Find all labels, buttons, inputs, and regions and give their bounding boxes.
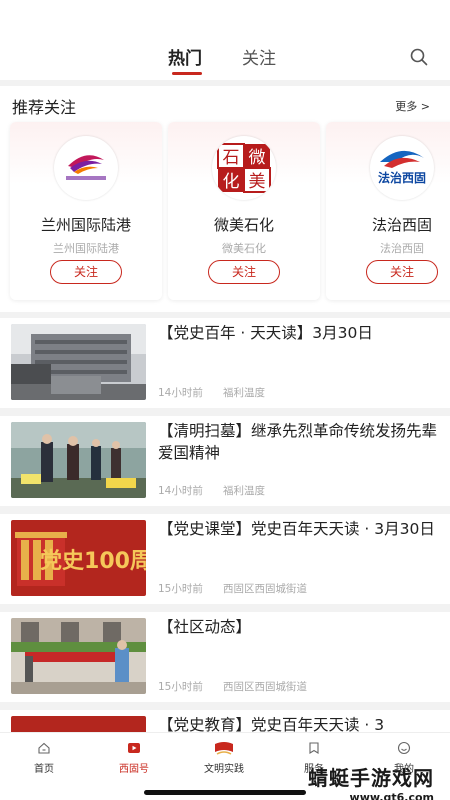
search-icon[interactable] [410, 48, 428, 66]
news-thumbnail [11, 422, 146, 498]
nav-home[interactable]: 首页 [9, 741, 79, 775]
svg-text:美: 美 [249, 172, 266, 192]
active-tab-indicator [172, 72, 202, 75]
news-source: 福利温度 [223, 485, 265, 497]
news-source: 西固区西固城街道 [223, 583, 307, 595]
tab-follow[interactable]: 关注 [242, 44, 276, 69]
news-time: 14小时前 [158, 485, 203, 497]
play-icon [128, 743, 140, 753]
card-name: 法治西固 [371, 216, 432, 234]
news-thumbnail: 党史100周年 [11, 520, 146, 596]
svg-text:化: 化 [223, 172, 240, 192]
tab-hot[interactable]: 热门 [168, 44, 202, 69]
follow-button[interactable]: 关注 [366, 260, 438, 284]
news-title: 【清明扫墓】继承先烈革命传统发扬先辈爱国精神 [158, 422, 438, 462]
lanzhou-port-logo [54, 136, 118, 200]
card-subtitle: 微美石化 [222, 242, 266, 255]
app-screen: 热门 关注 推荐关注 更多 > 兰州国际陆港 兰州国际陆港 关注 石 微 化 美… [0, 0, 450, 800]
card-name: 微美石化 [213, 216, 274, 234]
home-icon [38, 742, 50, 754]
news-time: 14小时前 [158, 387, 203, 399]
news-title: 【社区动态】 [158, 618, 252, 636]
news-time: 15小时前 [158, 681, 203, 693]
news-item[interactable]: 【党史百年 · 天天读】3月30日 14小时前 福利温度 [0, 318, 450, 408]
news-title: 【党史课堂】党史百年天天读 · 3月30日 [158, 520, 435, 538]
svg-text:微: 微 [249, 148, 266, 168]
thumb-caption: 党史100周年 [40, 548, 146, 574]
follow-button[interactable]: 关注 [50, 260, 122, 284]
recommend-section: 推荐关注 更多 > 兰州国际陆港 兰州国际陆港 关注 石 微 化 美 微美石化 … [0, 86, 450, 312]
nav-xigu-hao[interactable]: 西固号 [99, 741, 169, 775]
recommend-card[interactable]: 法治西固 法治西固 法治西固 关注 [326, 122, 450, 300]
follow-button[interactable]: 关注 [208, 260, 280, 284]
profile-icon [397, 741, 411, 755]
home-indicator[interactable] [144, 790, 306, 795]
news-item[interactable]: 【社区动态】 15小时前 西固区西固城街道 [0, 612, 450, 702]
news-title: 【党史百年 · 天天读】3月30日 [158, 324, 373, 342]
recommend-card[interactable]: 兰州国际陆港 兰州国际陆港 关注 [10, 122, 162, 300]
nav-civilization-practice[interactable]: 文明实践 [189, 741, 259, 775]
nav-label: 西固号 [119, 764, 149, 775]
watermark-url: www.qt6.com [349, 791, 434, 800]
recommend-card[interactable]: 石 微 化 美 微美石化 微美石化 关注 [168, 122, 320, 300]
news-time: 15小时前 [158, 583, 203, 595]
news-thumbnail [11, 618, 146, 694]
flag-icon [215, 742, 233, 755]
news-item[interactable]: 党史100周年 【党史课堂】党史百年天天读 · 3月30日 15小时前 西固区西… [0, 514, 450, 604]
nav-label: 首页 [34, 764, 54, 775]
news-thumbnail [11, 324, 146, 400]
feed-tabs: 热门 关注 [0, 44, 450, 80]
svg-text:石: 石 [223, 148, 240, 168]
fazhi-xigu-logo: 法治西固 [370, 136, 434, 200]
site-watermark: 蜻蜓手游戏网 www.qt6.com [308, 762, 434, 800]
card-subtitle: 法治西固 [380, 242, 424, 255]
watermark-text: 蜻蜓手游戏网 [308, 766, 434, 790]
news-source: 福利温度 [223, 387, 265, 399]
svg-text:法治西固: 法治西固 [378, 170, 426, 185]
news-source: 西固区西固城街道 [223, 681, 307, 693]
nav-label: 文明实践 [204, 764, 244, 775]
weimei-petrochem-logo: 石 微 化 美 [212, 136, 276, 200]
card-subtitle: 兰州国际陆港 [53, 242, 119, 255]
top-bar: 热门 关注 [0, 0, 450, 80]
news-item[interactable]: 【清明扫墓】继承先烈革命传统发扬先辈爱国精神 14小时前 福利温度 [0, 416, 450, 506]
section-title: 推荐关注 [12, 98, 77, 117]
more-link[interactable]: 更多 > [395, 98, 430, 114]
bookmark-icon [309, 742, 319, 754]
card-name: 兰州国际陆港 [40, 216, 131, 234]
